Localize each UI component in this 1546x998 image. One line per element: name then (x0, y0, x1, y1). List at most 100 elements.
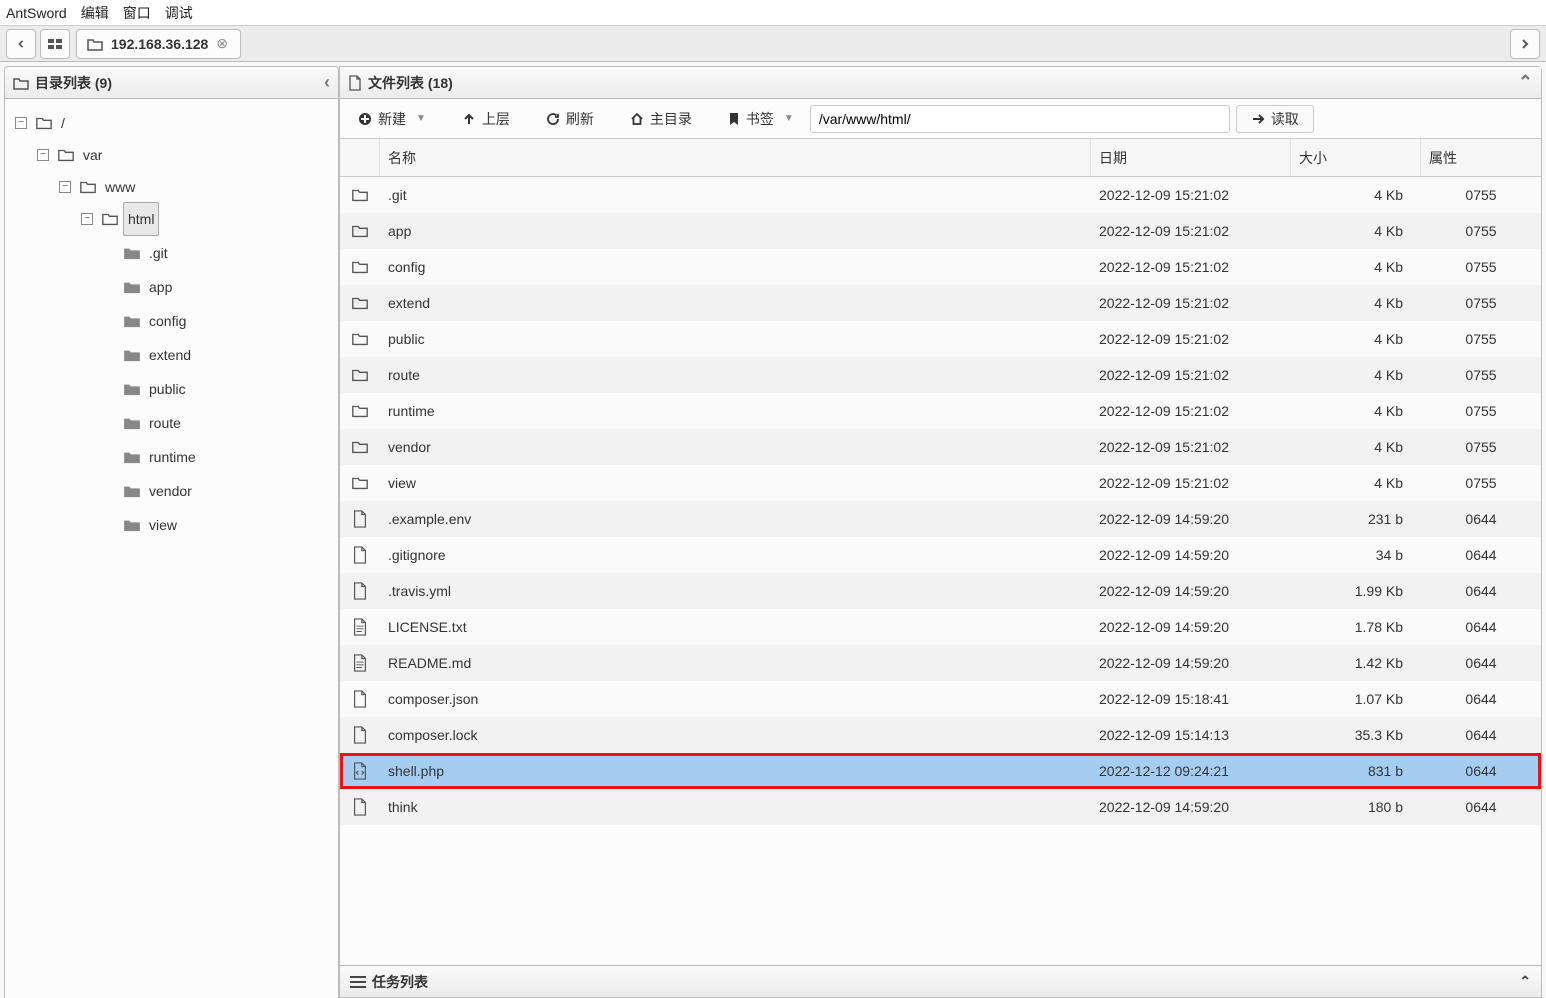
col-size[interactable]: 大小 (1291, 139, 1421, 176)
menu-edit[interactable]: 编辑 (81, 3, 109, 23)
file-toolbar: 新建 ▼ 上层 刷新 主目录 (340, 99, 1541, 139)
table-row[interactable]: config 2022-12-09 15:21:02 4 Kb 0755 (340, 249, 1541, 285)
folder-open-icon (101, 210, 119, 228)
folder-icon (123, 280, 141, 294)
table-row[interactable]: LICENSE.txt 2022-12-09 14:59:20 1.78 Kb … (340, 609, 1541, 645)
table-row[interactable]: README.md 2022-12-09 14:59:20 1.42 Kb 06… (340, 645, 1541, 681)
read-button[interactable]: 读取 (1236, 105, 1314, 133)
col-date[interactable]: 日期 (1091, 139, 1291, 176)
tree-node-root[interactable]: − / (15, 109, 69, 137)
row-perm: 0755 (1421, 439, 1541, 455)
table-row[interactable]: extend 2022-12-09 15:21:02 4 Kb 0755 (340, 285, 1541, 321)
col-name[interactable]: 名称 (380, 139, 1091, 176)
row-name: vendor (380, 439, 1091, 455)
up-button[interactable]: 上层 (452, 105, 520, 133)
tree-node-var[interactable]: − var (37, 141, 106, 169)
tree-label: html (123, 202, 159, 236)
table-row[interactable]: .git 2022-12-09 15:21:02 4 Kb 0755 (340, 177, 1541, 213)
up-label: 上层 (482, 109, 510, 129)
row-icon (340, 402, 380, 420)
folder-icon (351, 222, 369, 240)
table-row[interactable]: app 2022-12-09 15:21:02 4 Kb 0755 (340, 213, 1541, 249)
col-perm[interactable]: 属性 (1421, 139, 1541, 176)
row-perm: 0644 (1421, 511, 1541, 527)
tree-label: var (79, 139, 106, 171)
row-date: 2022-12-09 15:21:02 (1091, 367, 1291, 383)
path-input[interactable] (810, 105, 1230, 133)
file-panel-header: 文件列表 (18) ⌃ (340, 67, 1541, 99)
folder-icon (351, 330, 369, 348)
refresh-label: 刷新 (566, 109, 594, 129)
collapse-filepanel-button[interactable]: ⌃ (1518, 72, 1533, 93)
row-perm: 0644 (1421, 799, 1541, 815)
tree-node-child[interactable]: config (103, 307, 190, 335)
row-icon (340, 438, 380, 456)
expand-tasklist-button[interactable]: ⌃ (1519, 973, 1531, 990)
tree-node-child[interactable]: .git (103, 239, 172, 267)
bookmark-button[interactable]: 书签 ▼ (718, 105, 804, 133)
toggle-icon[interactable]: − (81, 213, 93, 225)
tab-prev-button[interactable] (6, 29, 36, 59)
menu-debug[interactable]: 调试 (165, 3, 193, 23)
row-date: 2022-12-09 15:18:41 (1091, 691, 1291, 707)
toggle-icon[interactable]: − (37, 149, 49, 161)
toggle-icon[interactable]: − (15, 117, 27, 129)
tree-label: vendor (145, 475, 196, 507)
tree-node-child[interactable]: vendor (103, 477, 196, 505)
folder-icon (351, 294, 369, 312)
toggle-icon[interactable]: − (59, 181, 71, 193)
folder-icon (351, 474, 369, 492)
tree-node-www[interactable]: − www (59, 173, 139, 201)
tree-node-html[interactable]: − html (81, 205, 159, 233)
tab-next-button[interactable] (1510, 29, 1540, 59)
collapse-sidebar-button[interactable]: ‹ (324, 72, 330, 93)
row-date: 2022-12-09 15:14:13 (1091, 727, 1291, 743)
new-button[interactable]: 新建 ▼ (348, 105, 436, 133)
table-row[interactable]: public 2022-12-09 15:21:02 4 Kb 0755 (340, 321, 1541, 357)
table-row[interactable]: shell.php 2022-12-12 09:24:21 831 b 0644 (340, 753, 1541, 789)
table-row[interactable]: route 2022-12-09 15:21:02 4 Kb 0755 (340, 357, 1541, 393)
table-row[interactable]: composer.lock 2022-12-09 15:14:13 35.3 K… (340, 717, 1541, 753)
table-row[interactable]: think 2022-12-09 14:59:20 180 b 0644 (340, 789, 1541, 825)
row-size: 4 Kb (1291, 367, 1421, 383)
tree-node-child[interactable]: app (103, 273, 176, 301)
tree-node-child[interactable]: public (103, 375, 190, 403)
tree-node-child[interactable]: view (103, 511, 181, 539)
folder-open-icon (35, 114, 53, 132)
home-button[interactable]: 主目录 (620, 105, 702, 133)
dropdown-icon: ▼ (416, 113, 426, 124)
row-perm: 0644 (1421, 727, 1541, 743)
table-row[interactable]: .gitignore 2022-12-09 14:59:20 34 b 0644 (340, 537, 1541, 573)
tab-host[interactable]: 192.168.36.128 ⊗ (76, 29, 241, 59)
arrow-up-icon (462, 112, 476, 126)
folder-icon (123, 314, 141, 328)
row-date: 2022-12-09 15:21:02 (1091, 259, 1291, 275)
table-row[interactable]: view 2022-12-09 15:21:02 4 Kb 0755 (340, 465, 1541, 501)
file-text-icon (351, 654, 369, 672)
row-icon (340, 186, 380, 204)
row-name: .example.env (380, 511, 1091, 527)
row-size: 1.07 Kb (1291, 691, 1421, 707)
menu-window[interactable]: 窗口 (123, 3, 151, 23)
menu-app[interactable]: AntSword (6, 5, 67, 21)
plus-circle-icon (358, 112, 372, 126)
row-size: 1.78 Kb (1291, 619, 1421, 635)
tab-close-button[interactable]: ⊗ (216, 35, 228, 52)
tree-node-child[interactable]: runtime (103, 443, 200, 471)
tab-grid-button[interactable] (40, 29, 70, 59)
table-row[interactable]: composer.json 2022-12-09 15:18:41 1.07 K… (340, 681, 1541, 717)
task-list-bar[interactable]: 任务列表 ⌃ (340, 965, 1541, 997)
table-row[interactable]: .travis.yml 2022-12-09 14:59:20 1.99 Kb … (340, 573, 1541, 609)
grid-icon (48, 39, 62, 49)
row-icon (340, 654, 380, 672)
table-row[interactable]: .example.env 2022-12-09 14:59:20 231 b 0… (340, 501, 1541, 537)
row-perm: 0755 (1421, 223, 1541, 239)
tree-node-child[interactable]: extend (103, 341, 195, 369)
folder-icon (123, 246, 141, 260)
table-row[interactable]: vendor 2022-12-09 15:21:02 4 Kb 0755 (340, 429, 1541, 465)
row-date: 2022-12-09 14:59:20 (1091, 655, 1291, 671)
file-icon (351, 582, 369, 600)
tree-node-child[interactable]: route (103, 409, 185, 437)
table-row[interactable]: runtime 2022-12-09 15:21:02 4 Kb 0755 (340, 393, 1541, 429)
refresh-button[interactable]: 刷新 (536, 105, 604, 133)
